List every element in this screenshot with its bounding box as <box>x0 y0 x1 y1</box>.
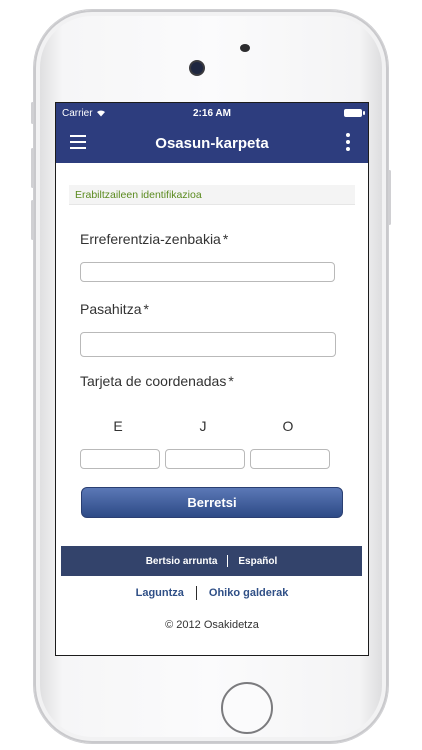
page-title: Osasun-karpeta <box>155 134 269 152</box>
copyright-text: © 2012 Osakidetza <box>165 619 259 631</box>
coord-input-2[interactable] <box>165 449 245 469</box>
front-camera <box>191 62 203 74</box>
section-title: Erabiltzaileen identifikazioa <box>69 185 355 205</box>
reference-number-input[interactable] <box>80 262 335 282</box>
required-mark: * <box>222 231 229 247</box>
required-mark: * <box>228 373 234 389</box>
top-bar: Carrier 2:16 AM Osasun-karpeta <box>56 103 368 163</box>
password-input[interactable] <box>80 332 336 357</box>
links-divider <box>195 586 197 600</box>
language-link[interactable]: Español <box>238 556 277 567</box>
coord-letter-1: E <box>113 418 123 434</box>
coords-label: Tarjeta de coordenadas * <box>80 373 234 389</box>
coord-letter-2: J <box>199 418 207 434</box>
coord-letter-3: O <box>282 418 294 434</box>
mute-switch <box>31 102 34 124</box>
coord-input-3[interactable] <box>250 449 330 469</box>
password-label-text: Pasahitza <box>80 301 142 317</box>
home-button[interactable] <box>221 682 273 734</box>
volume-down-button <box>31 200 34 240</box>
power-button <box>388 170 391 225</box>
earpiece-speaker <box>240 44 250 52</box>
footer-bar: Bertsio arrunta Español <box>61 546 362 576</box>
faq-link[interactable]: Ohiko galderak <box>209 587 288 599</box>
standard-version-link[interactable]: Bertsio arrunta <box>146 556 218 567</box>
password-label: Pasahitza * <box>80 301 149 317</box>
help-link[interactable]: Laguntza <box>136 587 184 599</box>
coords-label-text: Tarjeta de coordenadas <box>80 373 227 389</box>
required-mark: * <box>143 301 149 317</box>
footer-divider <box>227 555 229 567</box>
confirm-button[interactable]: Berretsi <box>81 487 343 518</box>
reference-label: Erreferentzia-zenbakia * <box>80 231 228 247</box>
nav-bar: Osasun-karpeta <box>56 123 368 163</box>
login-form: Erabiltzaileen identifikazioa Erreferent… <box>56 163 368 655</box>
status-time: 2:16 AM <box>193 107 231 119</box>
help-links: Laguntza Ohiko galderak <box>56 586 368 600</box>
hamburger-icon[interactable] <box>70 135 86 149</box>
reference-label-text: Erreferentzia-zenbakia <box>80 231 221 247</box>
battery-icon <box>344 109 365 117</box>
app-screen: Carrier 2:16 AM Osasun-karpeta Erabiltza… <box>55 102 369 656</box>
status-bar: Carrier 2:16 AM <box>56 103 368 123</box>
coord-input-1[interactable] <box>80 449 160 469</box>
more-vertical-icon[interactable] <box>346 133 350 154</box>
volume-up-button <box>31 148 34 188</box>
